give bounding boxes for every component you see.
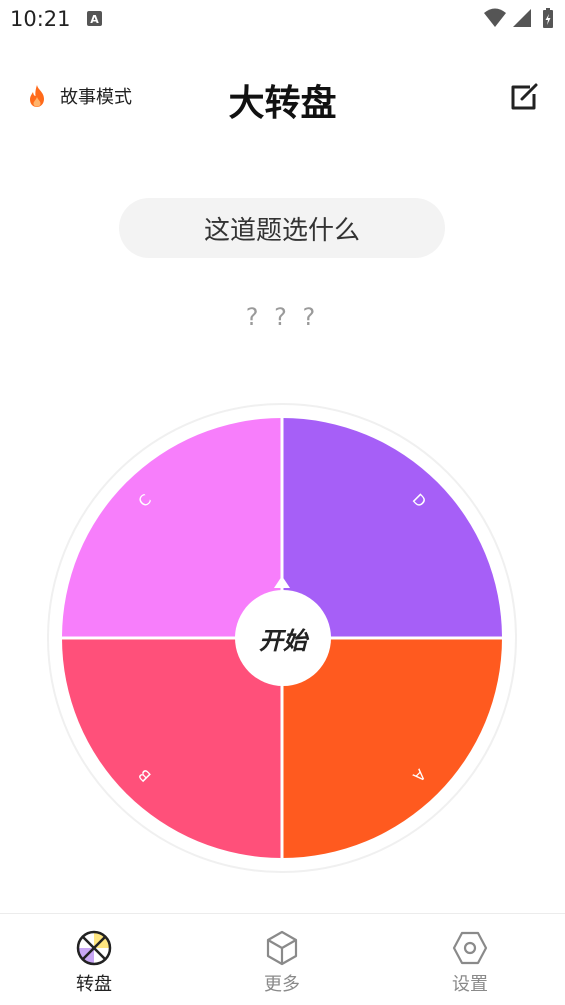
bottom-nav: 转盘 更多 设置 (0, 913, 565, 1005)
nav-item-more[interactable]: 更多 (188, 914, 376, 1005)
svg-text:A: A (90, 13, 99, 26)
notification-a-icon: A (87, 11, 102, 26)
start-label: 开始 (259, 626, 307, 655)
question-pill[interactable]: 这道题选什么 (119, 198, 445, 258)
app-header: 故事模式 大转盘 (0, 60, 565, 132)
wheel-icon (76, 930, 112, 966)
fire-icon (30, 85, 44, 107)
nav-label-wheel: 转盘 (76, 974, 112, 995)
nav-item-wheel[interactable]: 转盘 (0, 914, 188, 1005)
cube-icon (266, 930, 298, 966)
edit-icon[interactable] (505, 78, 543, 116)
wifi-icon (484, 8, 506, 27)
question-text: 这道题选什么 (203, 215, 360, 246)
nav-item-settings[interactable]: 设置 (376, 914, 564, 1005)
result-text: ? ? ? (245, 303, 320, 331)
nav-label-settings: 设置 (452, 974, 488, 995)
signal-icon (513, 9, 531, 27)
nav-label-more: 更多 (264, 974, 300, 995)
settings-hex-icon (452, 931, 488, 965)
story-mode-button[interactable]: 故事模式 (26, 82, 132, 110)
status-bar: 10:21 A (0, 0, 565, 40)
story-mode-label: 故事模式 (60, 87, 132, 108)
start-button[interactable]: 开始 (235, 590, 331, 686)
battery-icon (543, 8, 553, 28)
status-time: 10:21 (10, 7, 71, 31)
status-icons (484, 8, 553, 28)
